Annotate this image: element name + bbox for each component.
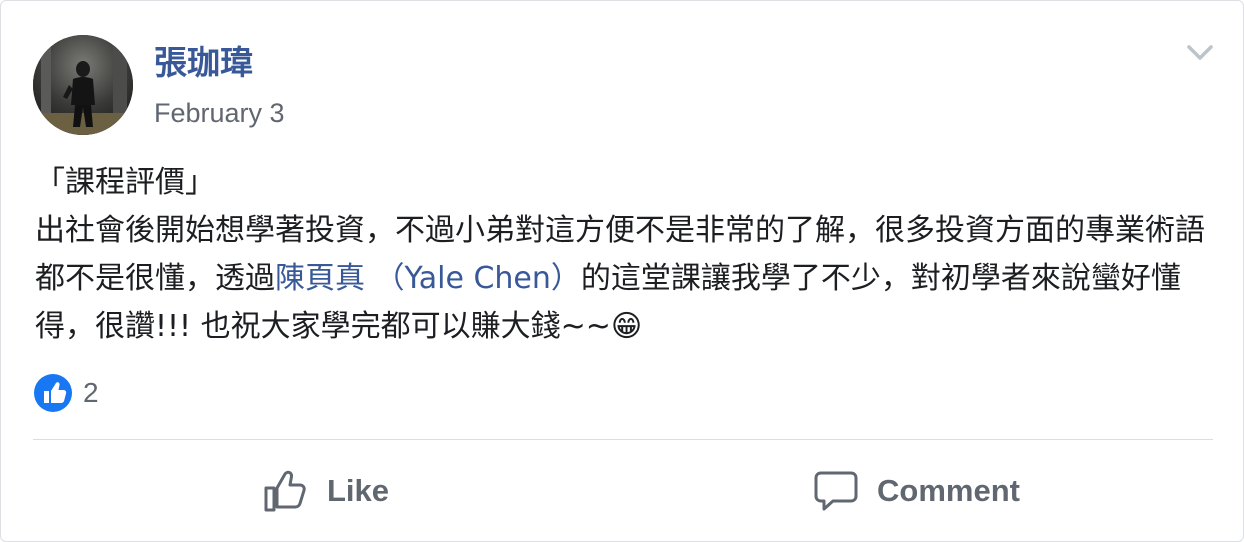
- avatar-photo: [33, 35, 133, 135]
- comment-icon: [814, 471, 858, 511]
- mention-link[interactable]: 陳頁真 （Yale Chen）: [275, 261, 581, 296]
- thumbs-up-icon: [264, 470, 306, 512]
- like-label: Like: [327, 473, 390, 508]
- chevron-down-icon[interactable]: [1185, 41, 1215, 65]
- divider: [33, 439, 1213, 440]
- like-button[interactable]: Like: [263, 463, 389, 519]
- post-heading: 「課程評價」: [35, 165, 215, 200]
- grin-emoji: 😁: [610, 309, 643, 344]
- reaction-summary[interactable]: 2: [33, 373, 99, 413]
- post-body: 「課程評價」 出社會後開始想學著投資，不過小弟對這方便不是非常的了解，很多投資方…: [35, 159, 1215, 351]
- reaction-count: 2: [83, 377, 99, 408]
- post-card: 張珈瑋 February 3 「課程評價」 出社會後開始想學著投資，不過小弟對這…: [0, 0, 1244, 542]
- author-avatar[interactable]: [33, 35, 133, 135]
- post-paragraph: 出社會後開始想學著投資，不過小弟對這方便不是非常的了解，很多投資方面的專業術語都…: [35, 207, 1215, 351]
- comment-button[interactable]: Comment: [813, 463, 1020, 519]
- post-date[interactable]: February 3: [154, 97, 285, 129]
- author-name[interactable]: 張珈瑋: [154, 43, 253, 83]
- comment-label: Comment: [877, 473, 1020, 508]
- like-icon: [34, 374, 72, 412]
